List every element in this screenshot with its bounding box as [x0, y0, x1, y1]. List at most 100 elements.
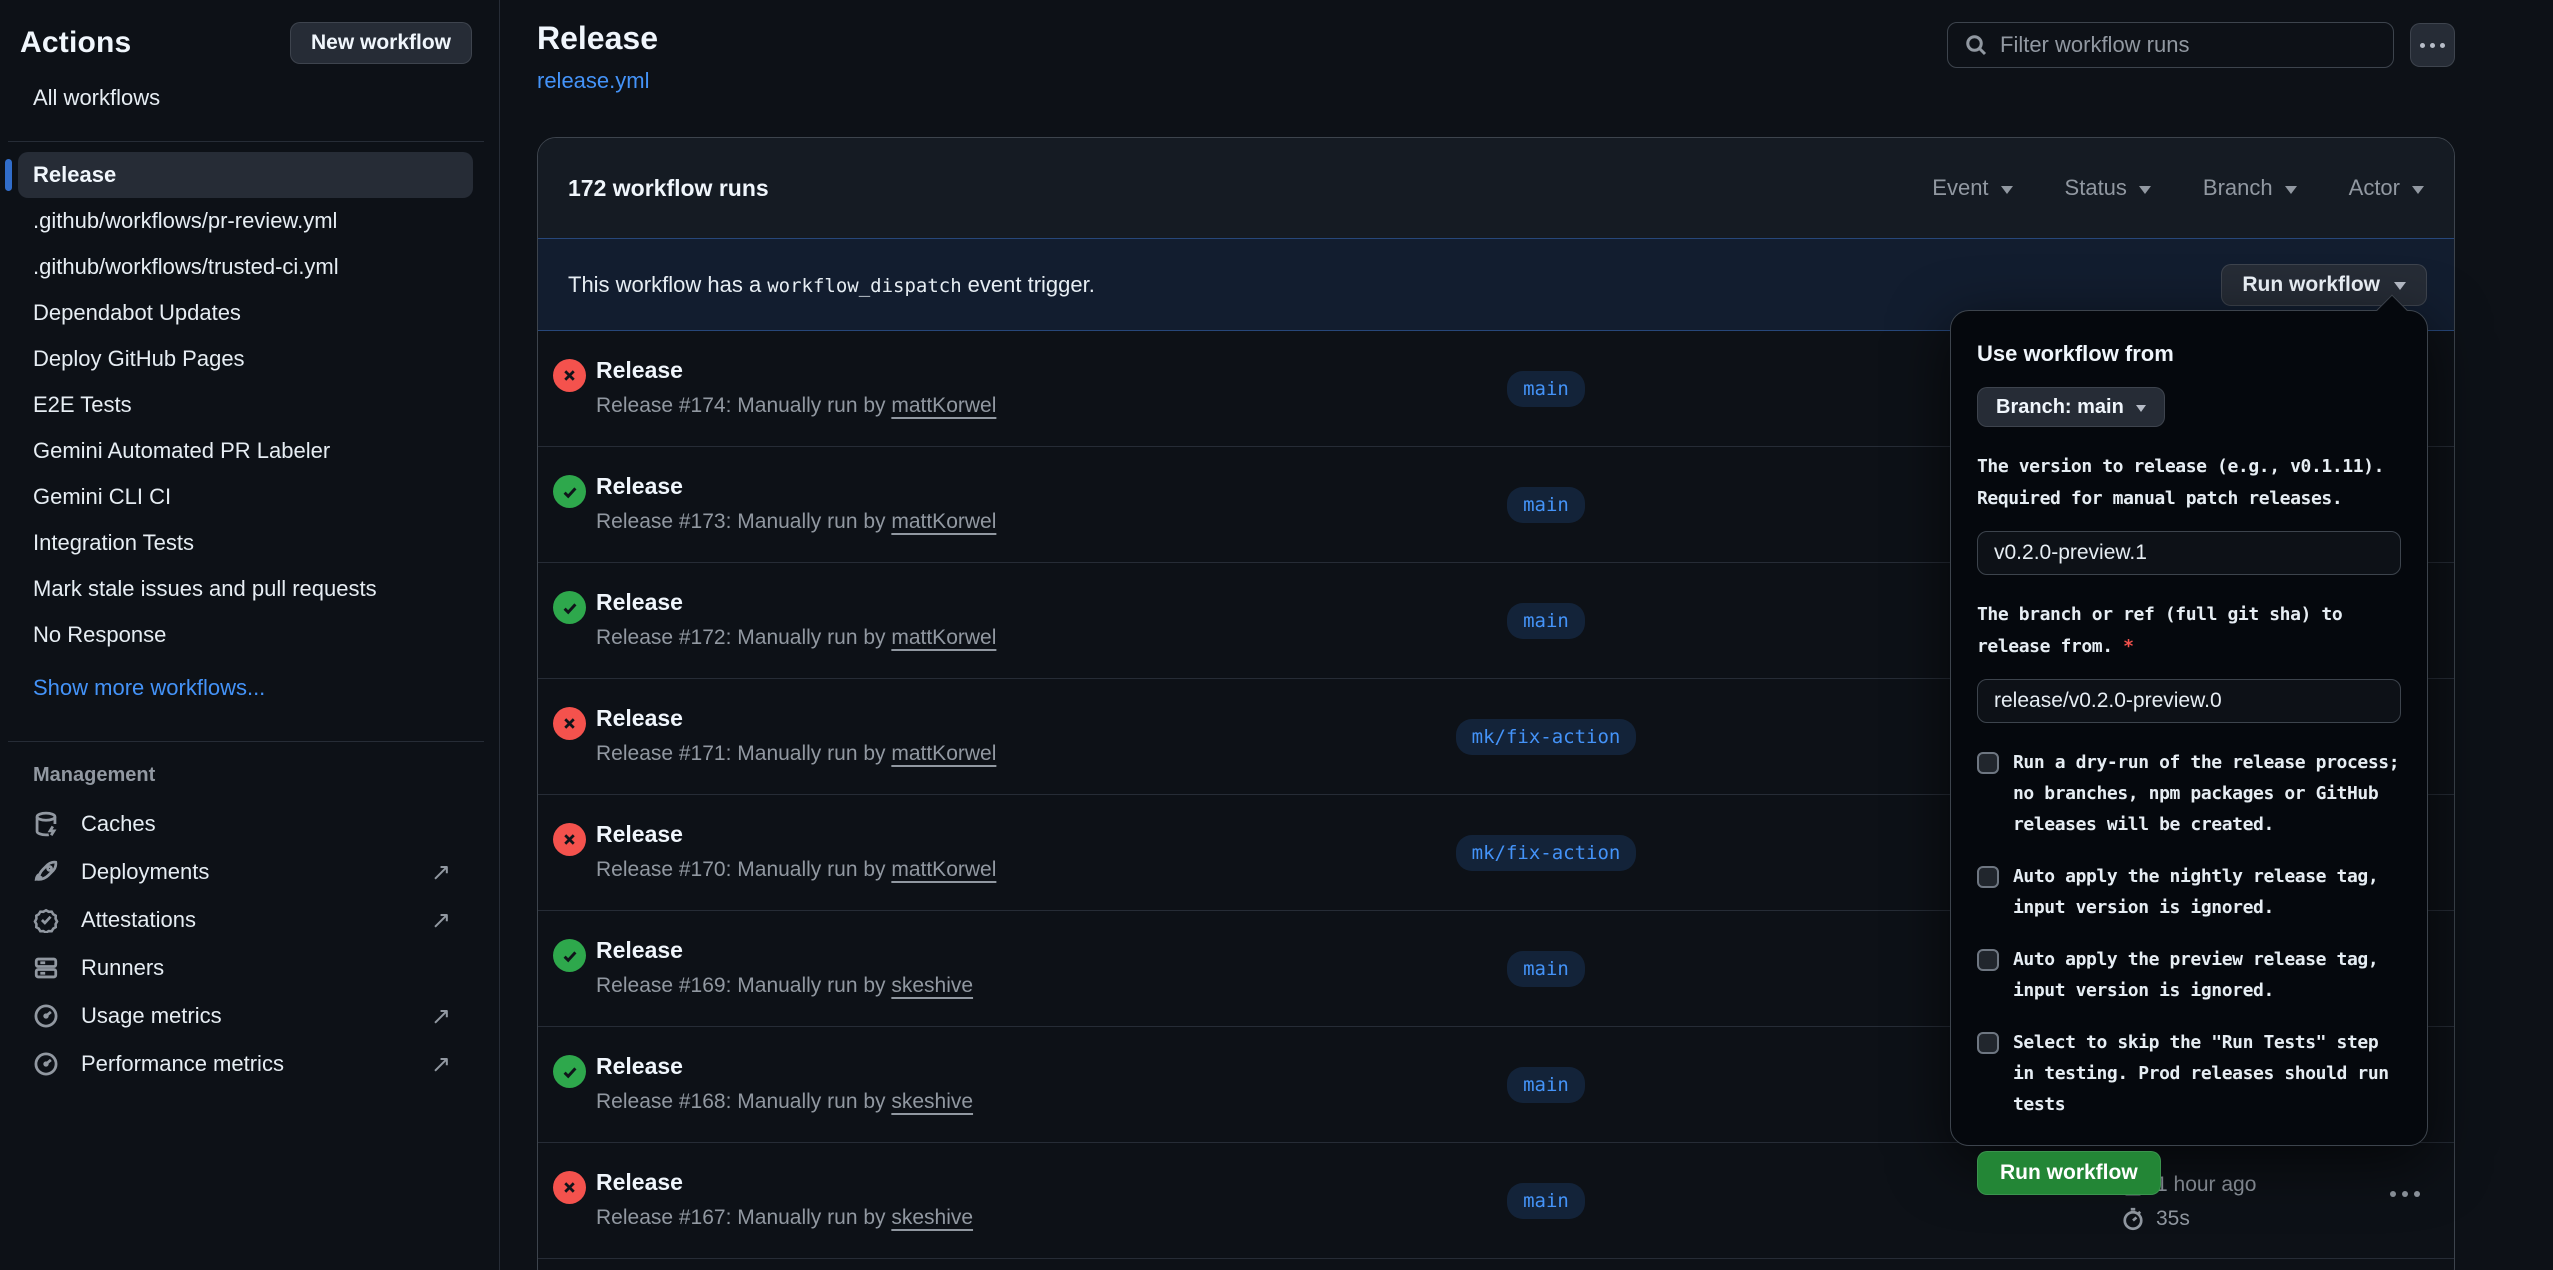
branch-badge[interactable]: main: [1507, 371, 1585, 407]
runs-list-header: 172 workflow runs Event Status Branch: [538, 138, 2454, 238]
sidebar-item-performance-metrics[interactable]: Performance metrics ↗: [18, 1040, 473, 1088]
run-subtitle: Release #169: Manually run by skeshive: [596, 974, 973, 998]
sidebar-workflow-item[interactable]: Gemini Automated PR Labeler: [18, 428, 473, 474]
run-title[interactable]: Release: [596, 473, 683, 500]
workflow-options-button[interactable]: [2410, 23, 2455, 67]
runs-count: 172 workflow runs: [568, 175, 769, 202]
sidebar: Actions New workflow All workflows Relea…: [0, 0, 500, 1270]
sidebar-item-attestations[interactable]: Attestations ↗: [18, 896, 473, 944]
check-icon: [561, 599, 579, 617]
branch-badge[interactable]: main: [1507, 1067, 1585, 1103]
branch-selector[interactable]: Branch: main: [1977, 387, 2165, 427]
run-title[interactable]: Release: [596, 1053, 683, 1080]
management-item-label: Usage metrics: [81, 1003, 222, 1029]
sidebar-workflow-item[interactable]: No Response: [18, 612, 473, 658]
sidebar-item-deployments[interactable]: Deployments ↗: [18, 848, 473, 896]
checkbox[interactable]: [1977, 866, 1999, 888]
branch-badge[interactable]: main: [1507, 603, 1585, 639]
checkbox[interactable]: [1977, 752, 1999, 774]
workflow-item-label: .github/workflows/pr-review.yml: [33, 208, 337, 234]
actor-link[interactable]: mattKorwel: [891, 626, 996, 649]
chevron-down-icon: [2285, 186, 2297, 194]
run-title[interactable]: Release: [596, 589, 683, 616]
sidebar-workflow-item[interactable]: Deploy GitHub Pages: [18, 336, 473, 382]
checkbox-option: Auto apply the preview release tag, inpu…: [1977, 944, 2401, 1006]
sidebar-item-usage-metrics[interactable]: Usage metrics ↗: [18, 992, 473, 1040]
sidebar-workflow-item[interactable]: Release: [18, 152, 473, 198]
sidebar-item-caches[interactable]: Caches: [18, 800, 473, 848]
run-title[interactable]: Release: [596, 705, 683, 732]
actor-link[interactable]: skeshive: [891, 1090, 973, 1113]
filter-dropdown[interactable]: Actor: [2349, 175, 2424, 201]
checkbox-label: Run a dry-run of the release process; no…: [2013, 747, 2401, 840]
ref-input[interactable]: [1977, 679, 2401, 723]
x-icon: [561, 715, 578, 732]
sidebar-workflow-item[interactable]: .github/workflows/trusted-ci.yml: [18, 244, 473, 290]
chevron-down-icon: [2136, 405, 2146, 412]
run-subtitle: Release #167: Manually run by skeshive: [596, 1206, 973, 1230]
stopwatch-icon: [2121, 1207, 2145, 1231]
actor-link[interactable]: skeshive: [891, 974, 973, 997]
checkbox[interactable]: [1977, 949, 1999, 971]
x-icon: [561, 367, 578, 384]
branch-badge[interactable]: mk/fix-action: [1456, 835, 1637, 871]
sidebar-divider: [8, 141, 484, 142]
workflow-item-label: Deploy GitHub Pages: [33, 346, 245, 372]
management-section-label: Management: [33, 764, 155, 787]
external-link-icon: ↗: [431, 858, 451, 887]
filter-dropdown[interactable]: Event: [1932, 175, 2012, 201]
meter-icon: [33, 1003, 59, 1029]
branch-badge[interactable]: main: [1507, 1183, 1585, 1219]
run-workflow-submit-button[interactable]: Run workflow: [1977, 1151, 2161, 1195]
run-title[interactable]: Release: [596, 1169, 683, 1196]
sidebar-workflow-item[interactable]: Gemini CLI CI: [18, 474, 473, 520]
branch-badge[interactable]: mk/fix-action: [1456, 719, 1637, 755]
selected-indicator: [5, 159, 12, 191]
workflow-options-list: Run a dry-run of the release process; no…: [1977, 747, 2401, 1120]
x-icon: [561, 1179, 578, 1196]
workflow-item-label: Gemini Automated PR Labeler: [33, 438, 330, 464]
actor-link[interactable]: skeshive: [891, 1206, 973, 1229]
filter-dropdown[interactable]: Branch: [2203, 175, 2297, 201]
new-workflow-button[interactable]: New workflow: [290, 22, 472, 64]
sidebar-workflow-item[interactable]: E2E Tests: [18, 382, 473, 428]
workflow-file-link[interactable]: release.yml: [537, 68, 649, 94]
run-subtitle: Release #174: Manually run by mattKorwel: [596, 394, 996, 418]
filter-workflow-runs-input[interactable]: [2000, 32, 2377, 58]
checkbox[interactable]: [1977, 1032, 1999, 1054]
status-icon: [553, 707, 586, 740]
filter-dropdown-label: Branch: [2203, 175, 2273, 201]
run-title[interactable]: Release: [596, 937, 683, 964]
actor-link[interactable]: mattKorwel: [891, 510, 996, 533]
sidebar-workflow-item[interactable]: Integration Tests: [18, 520, 473, 566]
sidebar-workflow-item[interactable]: Show more workflows...: [18, 665, 473, 711]
workflow-item-label: .github/workflows/trusted-ci.yml: [33, 254, 339, 280]
check-icon: [561, 947, 579, 965]
sidebar-workflow-item[interactable]: Dependabot Updates: [18, 290, 473, 336]
check-icon: [561, 1063, 579, 1081]
page-title: Actions: [20, 26, 131, 60]
version-input[interactable]: [1977, 531, 2401, 575]
external-link-icon: ↗: [431, 906, 451, 935]
sidebar-workflow-item[interactable]: Mark stale issues and pull requests: [18, 566, 473, 612]
branch-badge[interactable]: main: [1507, 487, 1585, 523]
run-duration: 35s: [2156, 1207, 2190, 1231]
actor-link[interactable]: mattKorwel: [891, 394, 996, 417]
branch-badge[interactable]: main: [1507, 951, 1585, 987]
version-description: The version to release (e.g., v0.1.11). …: [1977, 451, 2413, 515]
sidebar-item-runners[interactable]: Runners: [18, 944, 473, 992]
status-icon: [553, 1055, 586, 1088]
run-subtitle: Release #172: Manually run by mattKorwel: [596, 626, 996, 650]
sidebar-header: Actions New workflow: [20, 22, 472, 64]
actions-page: Actions New workflow All workflows Relea…: [0, 0, 2553, 1270]
run-title[interactable]: Release: [596, 357, 683, 384]
sidebar-workflow-item[interactable]: .github/workflows/pr-review.yml: [18, 198, 473, 244]
actor-link[interactable]: mattKorwel: [891, 742, 996, 765]
filter-dropdown-label: Status: [2065, 175, 2127, 201]
sidebar-item-all-workflows[interactable]: All workflows: [33, 85, 160, 111]
run-subtitle: Release #171: Manually run by mattKorwel: [596, 742, 996, 766]
filter-dropdown[interactable]: Status: [2065, 175, 2151, 201]
actor-link[interactable]: mattKorwel: [891, 858, 996, 881]
run-title[interactable]: Release: [596, 821, 683, 848]
management-item-label: Caches: [81, 811, 156, 837]
